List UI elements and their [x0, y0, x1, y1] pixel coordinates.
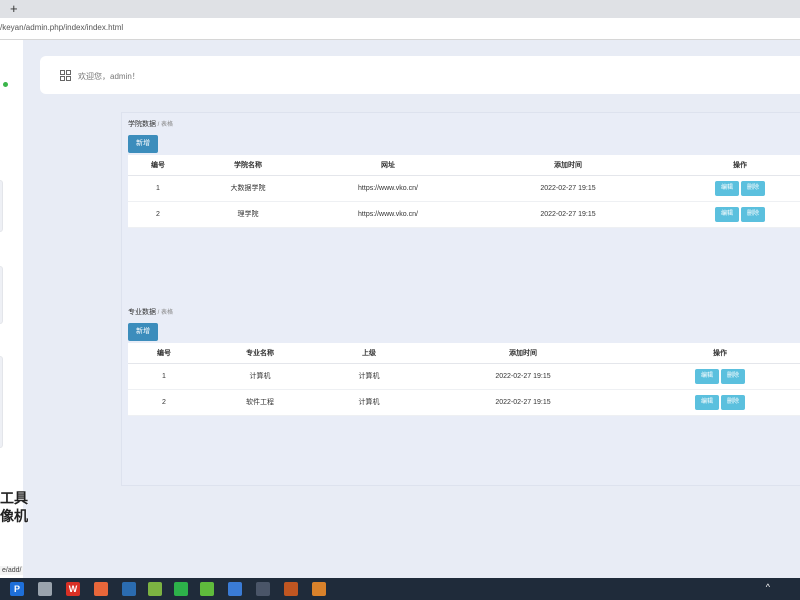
college-section-title: 学院数据 / 表格 — [128, 119, 173, 129]
col-id: 编号 — [128, 343, 200, 364]
edit-button[interactable]: 编辑 — [695, 368, 719, 384]
cell-parent: 计算机 — [320, 389, 418, 416]
col-actions: 操作 — [668, 155, 800, 176]
table-header-row: 编号 专业名称 上级 添加时间 操作 — [128, 343, 800, 364]
cell-id: 2 — [128, 201, 188, 228]
notes-icon[interactable] — [148, 582, 162, 596]
cell-actions: 编辑 删除 — [628, 389, 800, 416]
cell-time: 2022-02-27 19:15 — [418, 363, 628, 390]
add-college-button[interactable]: 新增 — [128, 135, 158, 153]
cell-id: 1 — [128, 363, 200, 390]
table-row: 2 软件工程 计算机 2022-02-27 19:15 编辑 删除 — [128, 389, 800, 416]
cell-name: 软件工程 — [200, 389, 320, 416]
major-title: 专业数据 — [128, 309, 156, 316]
watermark-line1: 工具 — [0, 490, 28, 506]
college-table: 编号 学院名称 网址 添加时间 操作 1 大数据学院 https://www.v… — [128, 155, 800, 228]
edit-button[interactable]: 编辑 — [715, 206, 739, 222]
search-icon[interactable] — [228, 582, 242, 596]
major-table: 编号 专业名称 上级 添加时间 操作 1 计算机 计算机 2022-02-27 … — [128, 343, 800, 416]
cell-url: https://www.vko.cn/ — [308, 175, 468, 202]
watermark-line2: 像机 — [0, 508, 28, 524]
content-panel: 学院数据 / 表格 新增 编号 学院名称 网址 添加时间 操作 1 大数据学院 … — [121, 112, 800, 486]
cell-name: 计算机 — [200, 363, 320, 390]
edit-button[interactable]: 编辑 — [695, 394, 719, 410]
add-major-button[interactable]: 新增 — [128, 323, 158, 341]
online-status-dot — [3, 82, 8, 87]
col-college-name: 学院名称 — [188, 155, 308, 176]
address-bar[interactable]: /keyan/admin.php/index/index.html — [0, 18, 800, 40]
tray-chevron-icon[interactable]: ^ — [766, 582, 770, 592]
delete-button[interactable]: 删除 — [741, 180, 765, 196]
major-section-title: 专业数据 / 表格 — [128, 307, 173, 317]
app-icon-gray[interactable] — [256, 582, 270, 596]
sidebar-card[interactable] — [0, 180, 3, 232]
grid-icon[interactable] — [60, 70, 71, 81]
cell-actions: 编辑 删除 — [628, 363, 800, 390]
file-explorer-icon[interactable] — [38, 582, 52, 596]
table-row: 1 大数据学院 https://www.vko.cn/ 2022-02-27 1… — [128, 175, 800, 202]
address-url[interactable]: /keyan/admin.php/index/index.html — [0, 23, 123, 32]
college-subtitle: / 表格 — [156, 122, 174, 128]
cell-id: 2 — [128, 389, 200, 416]
tab-bar: + — [0, 0, 800, 18]
cell-id: 1 — [128, 175, 188, 202]
cell-name: 理学院 — [188, 201, 308, 228]
table-row: 2 理学院 https://www.vko.cn/ 2022-02-27 19:… — [128, 201, 800, 228]
col-parent: 上级 — [320, 343, 418, 364]
wps-icon[interactable]: W — [66, 582, 80, 596]
welcome-message: 欢迎您，admin！ — [78, 72, 140, 81]
college-title: 学院数据 — [128, 121, 156, 128]
sidebar-card[interactable] — [0, 266, 3, 324]
cell-time: 2022-02-27 19:15 — [418, 389, 628, 416]
taskbar: P W ^ — [0, 578, 800, 600]
cell-time: 2022-02-27 19:15 — [468, 201, 668, 228]
delete-button[interactable]: 删除 — [721, 394, 745, 410]
sidebar-card[interactable] — [0, 356, 3, 448]
app-icon-green[interactable] — [200, 582, 214, 596]
app-icon-amber[interactable] — [312, 582, 326, 596]
delete-button[interactable]: 删除 — [741, 206, 765, 222]
col-major-name: 专业名称 — [200, 343, 320, 364]
delete-button[interactable]: 删除 — [721, 368, 745, 384]
browser-icon[interactable] — [284, 582, 298, 596]
pinned-app-icon[interactable]: P — [10, 582, 24, 596]
app-icon-blue[interactable] — [122, 582, 136, 596]
table-header-row: 编号 学院名称 网址 添加时间 操作 — [128, 155, 800, 176]
cell-actions: 编辑 删除 — [668, 175, 800, 202]
edit-button[interactable]: 编辑 — [715, 180, 739, 196]
new-tab-button[interactable]: + — [10, 1, 18, 17]
app-icon-orange[interactable] — [94, 582, 108, 596]
major-subtitle: / 表格 — [156, 310, 174, 316]
wechat-icon[interactable] — [174, 582, 188, 596]
cell-name: 大数据学院 — [188, 175, 308, 202]
status-bar-url: e/add/ — [0, 566, 24, 575]
cell-time: 2022-02-27 19:15 — [468, 175, 668, 202]
cell-url: https://www.vko.cn/ — [308, 201, 468, 228]
col-actions: 操作 — [628, 343, 800, 364]
col-added-time: 添加时间 — [468, 155, 668, 176]
cell-actions: 编辑 删除 — [668, 201, 800, 228]
table-row: 1 计算机 计算机 2022-02-27 19:15 编辑 删除 — [128, 363, 800, 390]
page-header: 欢迎您，admin！ — [40, 56, 800, 94]
col-added-time: 添加时间 — [418, 343, 628, 364]
col-id: 编号 — [128, 155, 188, 176]
cell-parent: 计算机 — [320, 363, 418, 390]
col-url: 网址 — [308, 155, 468, 176]
